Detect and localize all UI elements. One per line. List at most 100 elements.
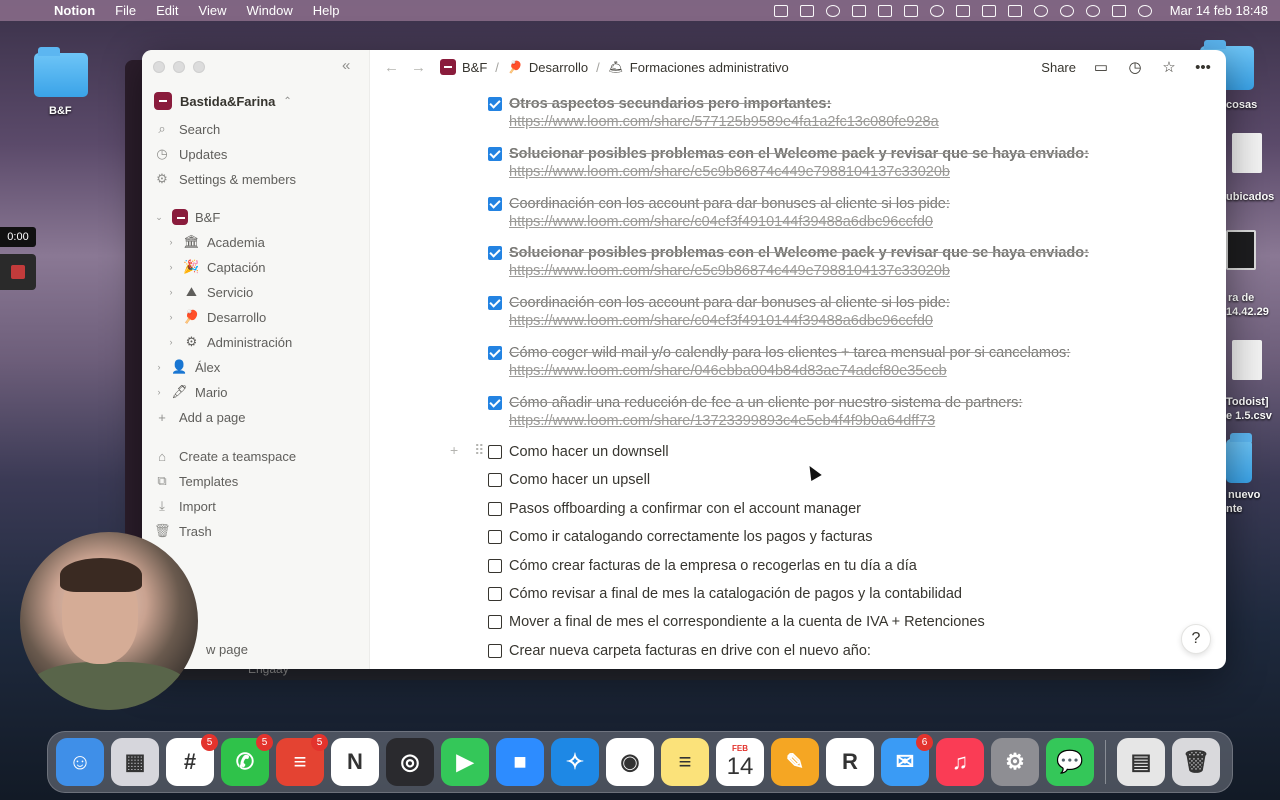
sidebar-item-academia[interactable]: › 🏛 Academia (166, 231, 265, 253)
forward-arrow-icon[interactable]: → (411, 59, 426, 76)
system-preferences-icon[interactable]: ⚙ (991, 738, 1039, 786)
whatsapp-icon[interactable]: ✆ 5 (221, 734, 273, 786)
todo-checkbox[interactable] (488, 296, 502, 310)
finder-icon[interactable]: ☺ (56, 738, 104, 786)
collapse-sidebar-icon[interactable]: « (342, 57, 350, 74)
breadcrumb-item[interactable]: B&F (462, 60, 487, 75)
menu-window[interactable]: Window (246, 3, 292, 18)
siri-icon[interactable] (1137, 4, 1152, 17)
sidebar-item-administracion[interactable]: › ⚙ Administración (166, 331, 293, 353)
todo-checkbox[interactable] (488, 396, 502, 410)
todo-text[interactable]: Cómo revisar a final de mes la catalogac… (509, 584, 962, 604)
spotlight-icon[interactable] (1085, 4, 1100, 17)
todo-link[interactable]: https://www.loom.com/share/046ebba004b84… (509, 363, 1070, 379)
todo-text[interactable]: Solucionar posibles problemas con el Wel… (509, 245, 1089, 261)
chevron-right-icon[interactable]: › (166, 237, 176, 247)
todoist-icon[interactable]: ≡ 5 (276, 734, 328, 786)
todo-text[interactable]: Como ir catalogando correctamente los pa… (509, 527, 873, 547)
menu-clock[interactable]: Mar 14 feb 18:48 (1170, 3, 1268, 18)
todo-checkbox[interactable] (488, 473, 502, 487)
notes-icon[interactable]: ≡ (661, 738, 709, 786)
sidebar-item-captacion[interactable]: › 🎉 Captación (166, 256, 266, 278)
control-center-icon[interactable] (1111, 4, 1126, 17)
todo-text[interactable]: Como hacer un upsell (509, 470, 650, 490)
sidebar-teamspace-bf[interactable]: ⌄ B&F (154, 206, 220, 228)
readdle-icon[interactable]: R (826, 738, 874, 786)
downloads-stack-icon[interactable]: ▤ (1117, 738, 1165, 786)
todo-link[interactable]: https://www.loom.com/share/577125b9589e4… (509, 114, 939, 130)
facetime-icon[interactable]: ▶ (441, 738, 489, 786)
todo-link[interactable]: https://www.loom.com/share/e5c9b86874c44… (509, 263, 1089, 279)
sidebar-item-templates[interactable]: ⧉ Templates (154, 470, 238, 492)
todo-checkbox[interactable] (488, 346, 502, 360)
history-icon[interactable]: ◷ (1126, 58, 1144, 76)
todo-checkbox[interactable] (488, 615, 502, 629)
pages-icon[interactable]: ✎ (771, 738, 819, 786)
menu-view[interactable]: View (199, 3, 227, 18)
sidebar-item-updates[interactable]: ◷ Updates (154, 143, 227, 165)
todo-checkbox[interactable] (488, 644, 502, 658)
todo-text[interactable]: Coordinación con los account para dar bo… (509, 196, 950, 212)
menu-help[interactable]: Help (313, 3, 340, 18)
sidebar-item-alex[interactable]: › 👤 Álex (154, 356, 221, 378)
sidebar-item-search[interactable]: ⌕ Search (154, 118, 220, 140)
todo-checkbox[interactable] (488, 502, 502, 516)
todo-checkbox[interactable] (488, 97, 502, 111)
stop-recording-button[interactable] (0, 254, 36, 290)
todo-text[interactable]: Como hacer un downsell (509, 442, 669, 462)
todo-link[interactable]: https://www.loom.com/share/e5c9b86874c44… (509, 164, 1089, 180)
wifi-icon[interactable] (1033, 4, 1048, 17)
minimize-window-button[interactable] (173, 61, 185, 73)
doc-tray-icon[interactable] (903, 4, 918, 17)
todo-link[interactable]: https://www.loom.com/share/c04ef3f491014… (509, 313, 950, 329)
breadcrumb-item[interactable]: Formaciones administrativo (630, 60, 789, 75)
todo-checkbox[interactable] (488, 587, 502, 601)
chevron-right-icon[interactable]: › (166, 287, 176, 297)
app-tray-icon[interactable] (799, 4, 814, 17)
chevron-right-icon[interactable]: › (154, 362, 164, 372)
mail-tray-icon[interactable] (851, 4, 866, 17)
sidebar-item-desarrollo[interactable]: › 🏓 Desarrollo (166, 306, 267, 328)
drag-handle-icon[interactable]: + ⠿ (450, 442, 490, 459)
volume-icon[interactable] (955, 4, 970, 17)
script-tray-icon[interactable] (877, 4, 892, 17)
zoom-icon[interactable]: ■ (496, 738, 544, 786)
todo-text[interactable]: Cómo añadir una reducción de fee a un cl… (509, 395, 1022, 411)
todo-link[interactable]: https://www.loom.com/share/13723399893c4… (509, 413, 1022, 429)
todo-text[interactable]: Cómo crear facturas de la empresa o reco… (509, 556, 917, 576)
notion-icon[interactable]: N (331, 738, 379, 786)
todo-text[interactable]: Coordinación con los account para dar bo… (509, 295, 950, 311)
todo-link[interactable]: https://www.loom.com/share/c04ef3f491014… (509, 214, 950, 230)
gear-tray-icon[interactable] (825, 4, 840, 17)
star-icon[interactable]: ☆ (1160, 58, 1178, 76)
more-icon[interactable]: ••• (1194, 59, 1212, 76)
play-tray-icon[interactable] (929, 4, 944, 17)
sidebar-item-import[interactable]: ⤓ Import (154, 495, 216, 517)
slack-icon[interactable]: #5 (166, 734, 218, 786)
todo-checkbox[interactable] (488, 147, 502, 161)
menu-edit[interactable]: Edit (156, 3, 178, 18)
todo-checkbox[interactable] (488, 246, 502, 260)
obs-icon[interactable]: ◎ (386, 738, 434, 786)
zoom-window-button[interactable] (193, 61, 205, 73)
chevron-right-icon[interactable]: › (166, 312, 176, 322)
todo-text[interactable]: Crear nueva carpeta facturas en drive co… (509, 641, 871, 661)
todo-text[interactable]: Cómo coger wild mail y/o calendly para l… (509, 345, 1070, 361)
user-icon[interactable] (1059, 4, 1074, 17)
desktop-folder-icon[interactable] (34, 47, 88, 97)
todo-text[interactable]: Mover a final de mes el correspondiente … (509, 612, 985, 632)
menu-app-name[interactable]: Notion (54, 3, 95, 18)
comment-icon[interactable]: ▭ (1092, 58, 1110, 76)
close-window-button[interactable] (153, 61, 165, 73)
chevron-right-icon[interactable]: › (154, 387, 164, 397)
desktop-csv-icon[interactable] (1232, 340, 1262, 380)
sidebar-item-mario[interactable]: › 🖋 Mario (154, 381, 228, 403)
todo-checkbox[interactable] (488, 530, 502, 544)
sidebar-item-settings[interactable]: ⚙ Settings & members (154, 168, 296, 190)
help-button[interactable]: ? (1181, 624, 1211, 654)
back-arrow-icon[interactable]: ← (384, 59, 399, 76)
chevron-right-icon[interactable]: › (166, 262, 176, 272)
todo-text[interactable]: Pasos offboarding a confirmar con el acc… (509, 499, 861, 519)
music-icon[interactable]: ♫ (936, 738, 984, 786)
new-page-button[interactable]: w page (206, 638, 248, 660)
